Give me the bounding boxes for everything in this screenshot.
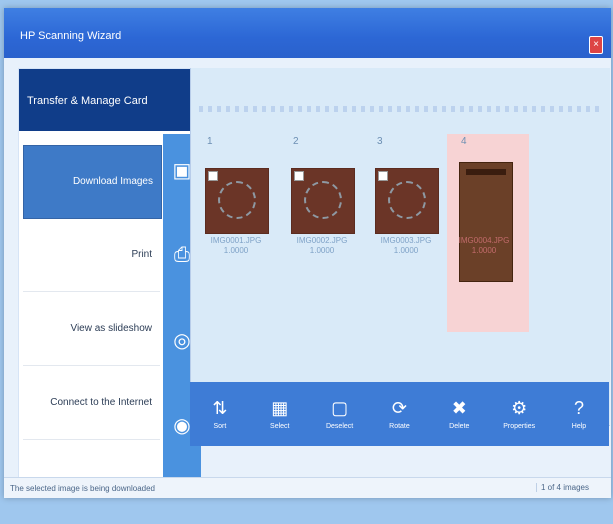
status-message: The selected image is being downloaded [10, 484, 155, 493]
thumbnail-checkbox[interactable] [294, 171, 304, 181]
sort-button[interactable]: ⇅ Sort [200, 398, 240, 430]
select-label: Select [270, 423, 290, 430]
deselect-icon: ▢ [331, 398, 349, 418]
app-window: HP Scanning Wizard × Transfer & Manage C… [4, 8, 611, 498]
task-slideshow[interactable]: View as slideshow [23, 293, 160, 366]
thumbnail-3[interactable] [375, 168, 439, 234]
delete-button[interactable]: ✖ Delete [439, 398, 479, 430]
ruler [199, 106, 602, 112]
deselect-button[interactable]: ▢ Deselect [320, 398, 360, 430]
delete-label: Delete [449, 423, 470, 430]
select-icon: ▦ [271, 398, 289, 418]
sidebar-panel: Transfer & Manage Card Download Images P… [18, 68, 201, 488]
bottom-toolbar: ⇅ Sort ▦ Select ▢ Deselect ⟳ Rotate ✖ Delete … [190, 382, 609, 446]
thumbnail-number: 2 [293, 136, 299, 147]
task-download-images[interactable]: Download Images [23, 145, 162, 219]
status-bar: The selected image is being downloaded 1… [4, 477, 611, 498]
thumbnail-number: 3 [377, 136, 383, 147]
close-icon: × [593, 39, 599, 50]
task-print[interactable]: Print [23, 219, 160, 292]
sort-label: Sort [213, 423, 227, 430]
close-button[interactable]: × [589, 36, 603, 54]
task-label: Print [131, 249, 152, 260]
properties-label: Properties [503, 423, 536, 430]
sort-icon: ⇅ [212, 398, 228, 418]
delete-icon: ✖ [451, 398, 467, 418]
rotate-icon: ⟳ [391, 398, 407, 418]
properties-button[interactable]: ⚙ Properties [499, 398, 539, 430]
help-button[interactable]: ? Help [559, 398, 599, 430]
task-connect-internet[interactable]: Connect to the Internet [23, 367, 160, 440]
thumbnail-caption: IMG0001.JPG 1.0000 [210, 236, 262, 255]
sidebar-header: Transfer & Manage Card [19, 69, 191, 131]
task-label: Download Images [72, 176, 153, 187]
thumbnail-caption: IMG0002.JPG 1.0000 [296, 236, 348, 255]
title-bar: HP Scanning Wizard × [4, 8, 611, 58]
thumbnail-2[interactable] [291, 168, 355, 234]
thumbnail-1[interactable] [205, 168, 269, 234]
thumbnail-4[interactable] [459, 162, 513, 282]
help-icon: ? [573, 398, 584, 418]
task-label: View as slideshow [70, 323, 152, 334]
thumbnail-checkbox[interactable] [208, 171, 218, 181]
task-label: Connect to the Internet [50, 397, 152, 408]
deselect-label: Deselect [325, 423, 354, 430]
status-count: 1 of 4 images [535, 483, 593, 492]
thumbnail-caption: IMG0003.JPG 1.0000 [380, 236, 432, 255]
window-title: HP Scanning Wizard [20, 30, 122, 42]
thumbnail-caption: IMG0004.JPG 1.0000 [458, 236, 510, 255]
properties-icon: ⚙ [511, 398, 528, 418]
rotate-button[interactable]: ⟳ Rotate [379, 398, 419, 430]
thumbnail-number: 1 [207, 136, 213, 147]
select-button[interactable]: ▦ Select [260, 398, 300, 430]
rotate-label: Rotate [389, 423, 410, 430]
help-label: Help [571, 423, 587, 430]
thumbnail-checkbox[interactable] [378, 171, 388, 181]
thumbnail-number: 4 [461, 136, 467, 147]
